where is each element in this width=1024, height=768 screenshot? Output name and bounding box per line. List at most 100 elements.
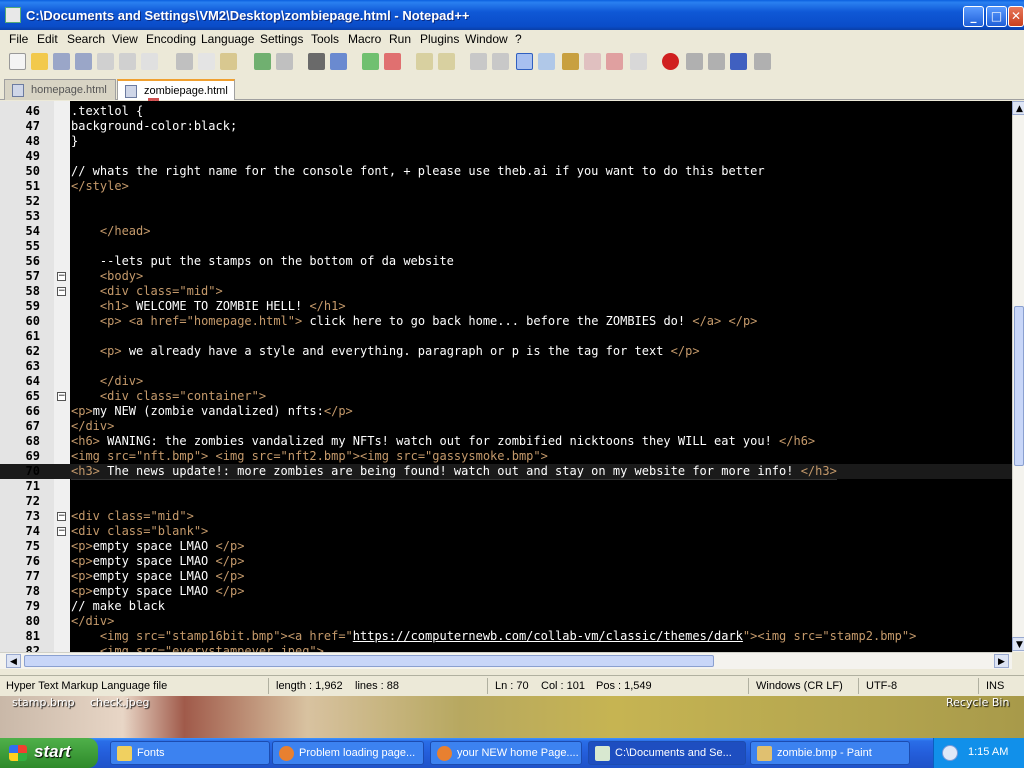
menu-macro[interactable]: Macro	[348, 32, 381, 46]
title-bar[interactable]: C:\Documents and Settings\VM2\Desktop\zo…	[0, 0, 1024, 30]
scroll-right-icon[interactable]: ▶	[994, 654, 1009, 668]
code-line[interactable]: 61	[0, 329, 1012, 344]
taskbar-item-firefox[interactable]: Problem loading page...	[272, 741, 424, 765]
tab-homepage[interactable]: homepage.html	[4, 79, 116, 100]
code-line[interactable]: 63	[0, 359, 1012, 374]
function-list-icon[interactable]	[584, 53, 601, 70]
zoom-out-icon[interactable]	[384, 53, 401, 70]
code-line[interactable]: 75 <p>empty space LMAO </p>	[0, 539, 1012, 554]
code-line[interactable]: 79 // make black	[0, 599, 1012, 614]
code-line[interactable]: 81 <img src="stamp16bit.bmp"><a href="ht…	[0, 629, 1012, 644]
folder-workspace-icon[interactable]	[606, 53, 623, 70]
word-wrap-icon[interactable]	[470, 53, 487, 70]
close-file-icon[interactable]	[97, 53, 114, 70]
menu-encoding[interactable]: Encoding	[146, 32, 196, 46]
desktop-icon-label[interactable]: stamp.bmp	[12, 696, 75, 709]
code-line[interactable]: 59 <h1> WELCOME TO ZOMBIE HELL! </h1>	[0, 299, 1012, 314]
fold-toggle-icon[interactable]: −	[57, 392, 66, 401]
menu-language[interactable]: Language	[201, 32, 254, 46]
horizontal-scroll-thumb[interactable]	[24, 655, 714, 667]
code-line[interactable]: 76 <p>empty space LMAO </p>	[0, 554, 1012, 569]
scroll-up-icon[interactable]: ▲	[1012, 101, 1024, 115]
taskbar-item-fonts[interactable]: Fonts	[110, 741, 270, 765]
menu-run[interactable]: Run	[389, 32, 411, 46]
start-button[interactable]: start	[0, 738, 98, 768]
show-all-chars-icon[interactable]	[492, 53, 509, 70]
zoom-in-icon[interactable]	[362, 53, 379, 70]
status-encoding[interactable]: UTF-8	[866, 680, 897, 692]
code-line[interactable]: 51 </style>	[0, 179, 1012, 194]
status-insert-mode[interactable]: INS	[986, 680, 1004, 692]
menu-view[interactable]: View	[112, 32, 138, 46]
code-line[interactable]: 47 background-color:black;	[0, 119, 1012, 134]
maximize-button[interactable]: □	[986, 6, 1007, 27]
taskbar-item-homepage[interactable]: your NEW home Page....	[430, 741, 582, 765]
horizontal-scrollbar[interactable]: ◀ ▶	[0, 652, 1012, 669]
code-line[interactable]: 52	[0, 194, 1012, 209]
stop-macro-icon[interactable]	[686, 53, 703, 70]
code-line[interactable]: 69 <img src="nft.bmp"> <img src="nft2.bmp…	[0, 449, 1012, 464]
sync-horizontal-icon[interactable]	[438, 53, 455, 70]
close-all-icon[interactable]	[119, 53, 136, 70]
menu-help[interactable]: ?	[515, 32, 522, 46]
tray-icon[interactable]	[942, 745, 958, 761]
save-all-icon[interactable]	[75, 53, 92, 70]
code-line[interactable]: 50 // whats the right name for the consol…	[0, 164, 1012, 179]
code-line[interactable]: 68 <h6> WANING: the zombies vandalized my…	[0, 434, 1012, 449]
desktop-icon-label[interactable]: check.jpeg	[90, 696, 150, 709]
status-eol[interactable]: Windows (CR LF)	[756, 680, 843, 692]
code-line[interactable]: 70 <h3> The news update!: more zombies ar…	[0, 464, 1012, 480]
code-editor[interactable]: 46 .textlol {47 background-color:black; 48}…	[0, 101, 1012, 652]
desktop-icon-label[interactable]: Recycle Bin	[946, 696, 1009, 709]
vertical-scrollbar[interactable]: ▲ ▼	[1012, 101, 1024, 652]
fold-toggle-icon[interactable]: −	[57, 272, 66, 281]
save-icon[interactable]	[53, 53, 70, 70]
minimize-button[interactable]: _	[963, 6, 984, 27]
scroll-left-icon[interactable]: ◀	[6, 654, 21, 668]
print-icon[interactable]	[141, 53, 158, 70]
paste-icon[interactable]	[220, 53, 237, 70]
code-line[interactable]: 58 − <div class="mid">	[0, 284, 1012, 299]
play-macro-icon[interactable]	[708, 53, 725, 70]
copy-icon[interactable]	[198, 53, 215, 70]
code-line[interactable]: 62 <p> we already have a style and every…	[0, 344, 1012, 359]
menu-plugins[interactable]: Plugins	[420, 32, 459, 46]
code-line[interactable]: 60 <p> <a href="homepage.html"> click he…	[0, 314, 1012, 329]
menu-file[interactable]: File	[9, 32, 28, 46]
taskbar-item-paint[interactable]: zombie.bmp - Paint	[750, 741, 910, 765]
udl-icon[interactable]	[538, 53, 555, 70]
code-line[interactable]: 55	[0, 239, 1012, 254]
indent-guide-icon[interactable]	[516, 53, 533, 70]
monitoring-icon[interactable]	[630, 53, 647, 70]
code-line[interactable]: 72	[0, 494, 1012, 509]
record-macro-icon[interactable]	[662, 53, 679, 70]
code-line[interactable]: 64 </div>	[0, 374, 1012, 389]
code-line[interactable]: 48}	[0, 134, 1012, 149]
code-line[interactable]: 49	[0, 149, 1012, 164]
code-line[interactable]: 57 − <body>	[0, 269, 1012, 284]
code-line[interactable]: 80 </div>	[0, 614, 1012, 629]
code-line[interactable]: 53	[0, 209, 1012, 224]
code-line[interactable]: 73 − <div class="mid">	[0, 509, 1012, 524]
code-line[interactable]: 74 − <div class="blank">	[0, 524, 1012, 539]
code-line[interactable]: 46 .textlol {	[0, 104, 1012, 119]
undo-icon[interactable]	[254, 53, 271, 70]
save-macro-icon[interactable]	[754, 53, 771, 70]
menu-search[interactable]: Search	[67, 32, 105, 46]
code-line[interactable]: 77 <p>empty space LMAO </p>	[0, 569, 1012, 584]
new-file-icon[interactable]	[9, 53, 26, 70]
menu-tools[interactable]: Tools	[311, 32, 339, 46]
taskbar-item-notepadpp[interactable]: C:\Documents and Se...	[588, 741, 746, 765]
fold-toggle-icon[interactable]: −	[57, 512, 66, 521]
menu-edit[interactable]: Edit	[37, 32, 58, 46]
code-line[interactable]: 56 --lets put the stamps on the bottom o…	[0, 254, 1012, 269]
find-icon[interactable]	[308, 53, 325, 70]
open-file-icon[interactable]	[31, 53, 48, 70]
code-line[interactable]: 82 <img src="everystampever.jpeg">	[0, 644, 1012, 652]
fold-toggle-icon[interactable]: −	[57, 527, 66, 536]
code-line[interactable]: 71	[0, 479, 1012, 494]
code-line[interactable]: 67 </div>	[0, 419, 1012, 434]
replace-icon[interactable]	[330, 53, 347, 70]
menu-window[interactable]: Window	[465, 32, 508, 46]
cut-icon[interactable]	[176, 53, 193, 70]
